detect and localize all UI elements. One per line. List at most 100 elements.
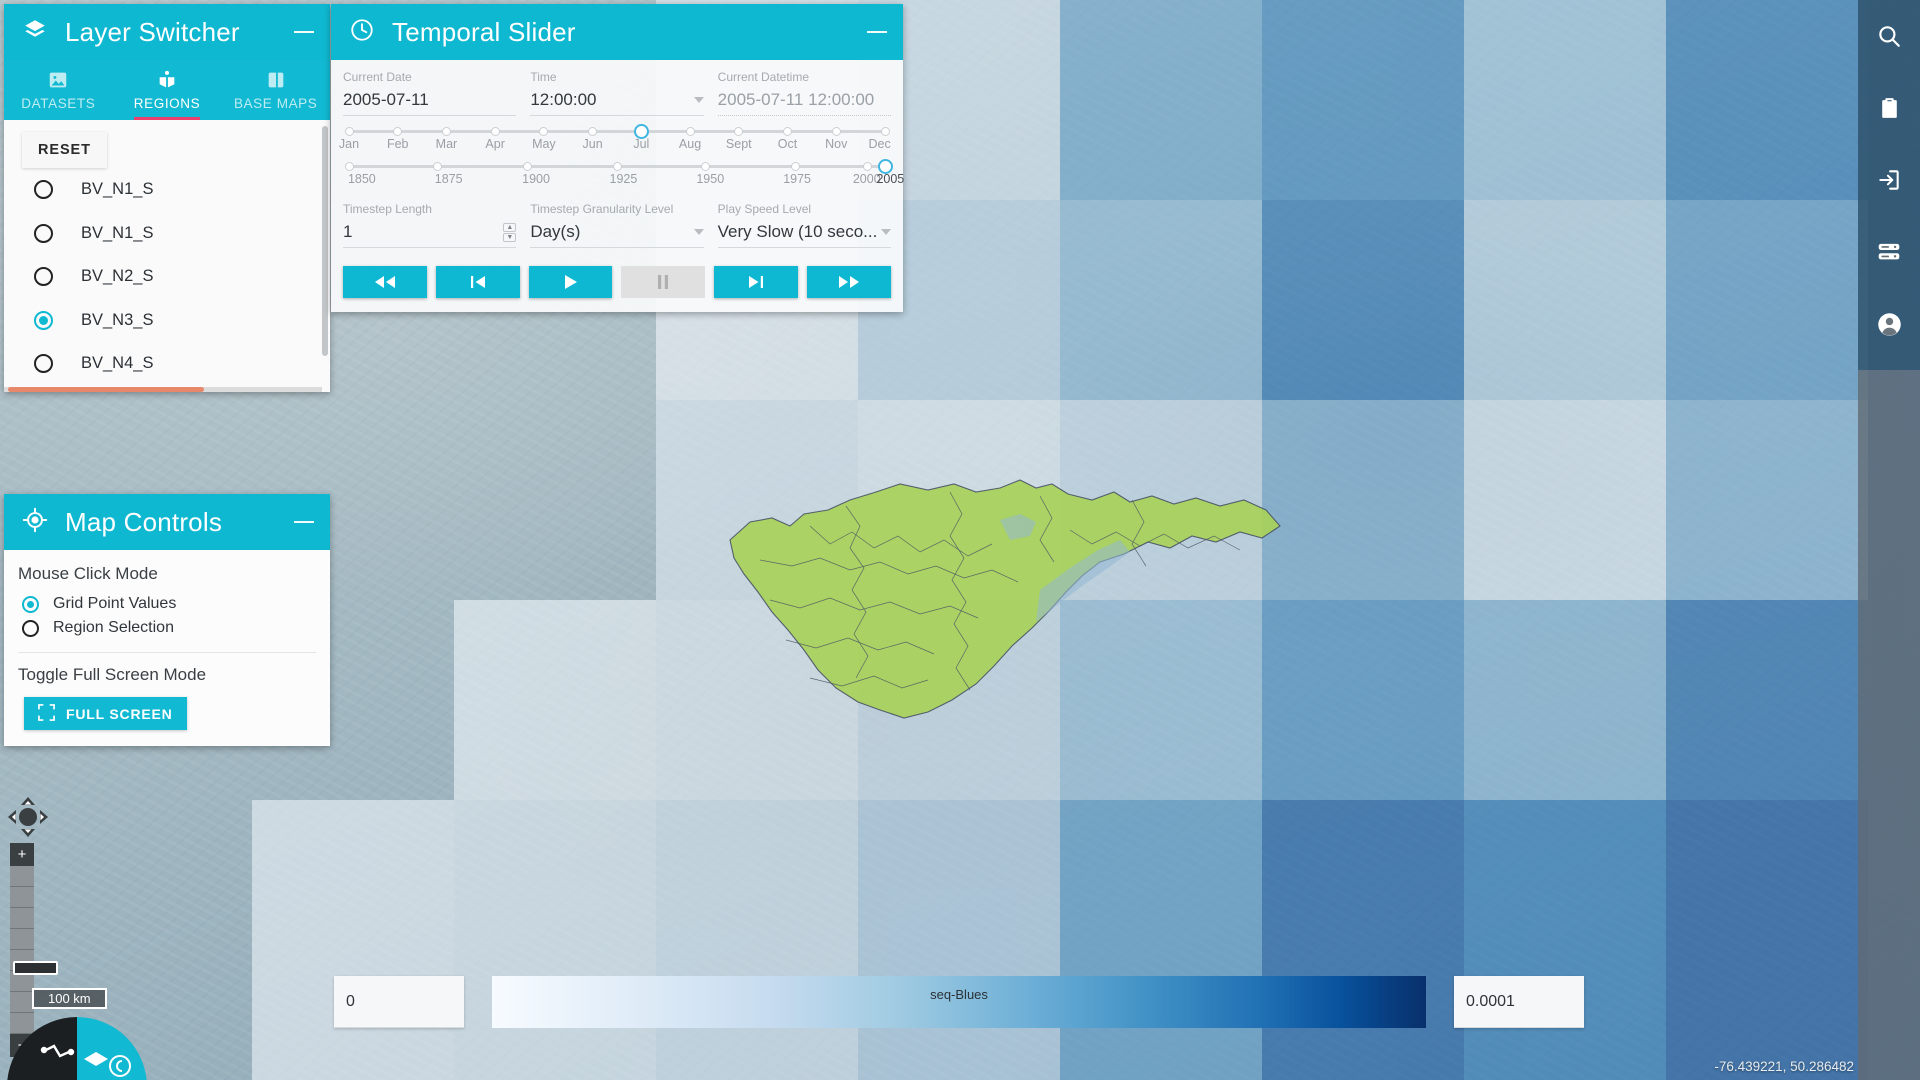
expand-icon — [38, 703, 55, 724]
mode-radio[interactable] — [22, 619, 39, 637]
layer-radio-selected[interactable] — [34, 310, 53, 330]
colorbar-title: seq-Blues — [930, 987, 988, 1002]
pan-control[interactable] — [6, 795, 50, 839]
reset-button[interactable]: RESET — [22, 132, 107, 168]
year-tick: 1900 — [522, 172, 550, 186]
time-value[interactable]: 12:00:00 — [530, 90, 704, 116]
current-date-field[interactable]: Current Date 2005-07-11 — [343, 70, 517, 116]
current-datetime-value: 2005-07-11 12:00:00 — [717, 90, 891, 116]
skip-forward-button[interactable] — [807, 266, 891, 298]
clock-icon — [349, 17, 375, 48]
year-slider-current-label: 2005 — [876, 172, 905, 186]
list-item[interactable]: BV_N2_S — [4, 255, 330, 299]
year-slider[interactable]: 1850 1875 1900 1925 1950 1975 2000 2005 — [343, 159, 904, 190]
list-item[interactable]: BV_N1_S — [4, 212, 330, 256]
map-controls-header: Map Controls — [4, 494, 330, 550]
tab-regions-label: REGIONS — [133, 96, 201, 111]
timestep-length-label: Timestep Length — [343, 202, 432, 216]
month-tick: Feb — [386, 137, 409, 151]
layer-radio[interactable] — [34, 354, 53, 374]
layer-switcher-header: Layer Switcher — [4, 4, 330, 60]
compass-wheel[interactable] — [2, 1012, 152, 1080]
colorbar-min-input[interactable]: 0 — [334, 976, 464, 1028]
zoom-slider-handle[interactable] — [13, 961, 58, 975]
map-controls-title: Map Controls — [65, 506, 223, 537]
year-tick: 1925 — [609, 172, 638, 186]
layer-list-vertical-scrollbar[interactable] — [322, 126, 328, 356]
chevron-down-icon[interactable] — [693, 97, 704, 103]
list-item[interactable]: BV_N3_S — [4, 299, 330, 343]
map-controls-panel: Map Controls Mouse Click Mode Grid Point… — [4, 494, 330, 746]
mode-region-selection[interactable]: Region Selection — [4, 616, 330, 640]
mode-grid-point-values[interactable]: Grid Point Values — [4, 592, 330, 616]
tab-datasets[interactable]: DATASETS — [4, 60, 113, 120]
layer-radio[interactable] — [34, 180, 53, 200]
chevron-down-icon[interactable] — [693, 229, 704, 235]
play-button[interactable] — [528, 266, 613, 298]
regions-book-icon — [156, 69, 178, 91]
mode-label: Grid Point Values — [53, 595, 177, 612]
pause-button[interactable] — [621, 266, 706, 298]
granularity-value[interactable]: Day(s) — [530, 222, 704, 248]
clipboard-icon[interactable] — [1867, 86, 1911, 130]
play-speed-label: Play Speed Level — [717, 202, 812, 216]
year-slider-rail[interactable] — [344, 159, 893, 174]
account-icon[interactable] — [1867, 302, 1911, 346]
granularity-field[interactable]: Timestep Granularity Level Day(s) — [530, 202, 704, 248]
temporal-slider-panel: Temporal Slider Current Date 2005-07-11 … — [331, 4, 904, 312]
layer-radio[interactable] — [34, 223, 53, 243]
time-field[interactable]: Time 12:00:00 — [530, 70, 704, 116]
layer-switcher-tabs: DATASETS REGIONS BASE MAPS — [4, 60, 330, 120]
current-date-value[interactable]: 2005-07-11 — [343, 90, 517, 116]
month-tick: Oct — [777, 137, 798, 151]
month-tick: Jun — [582, 137, 603, 151]
zoom-in-button[interactable]: + — [10, 843, 34, 866]
layer-switcher-title: Layer Switcher — [65, 16, 240, 47]
list-item[interactable]: BV_N4_S — [4, 342, 330, 386]
month-tick: Aug — [678, 137, 702, 151]
map-controls-body: Mouse Click Mode Grid Point Values Regio… — [4, 550, 330, 746]
tab-regions[interactable]: REGIONS — [113, 60, 222, 120]
month-slider[interactable]: Jan Feb Mar Apr May Jun Jul Aug Sept Oct… — [339, 124, 891, 155]
month-slider-rail[interactable] — [344, 124, 890, 139]
granularity-text: Day(s) — [530, 222, 581, 241]
timestep-length-text: 1 — [343, 222, 353, 241]
mode-radio-selected[interactable] — [22, 595, 39, 613]
login-icon[interactable] — [1867, 158, 1911, 202]
layer-label: BV_N3_S — [81, 310, 154, 329]
quantity-stepper[interactable]: ▲ ▼ — [503, 222, 517, 242]
month-tick: Sept — [725, 137, 752, 151]
layers-icon — [22, 17, 48, 48]
server-icon[interactable] — [1867, 230, 1911, 274]
month-tick: May — [532, 137, 556, 151]
colorbar-row: 0 seq-Blues 0.0001 — [334, 976, 1584, 1028]
colorbar-max-input[interactable]: 0.0001 — [1454, 976, 1584, 1028]
layer-radio[interactable] — [34, 267, 53, 287]
layer-list-horizontal-scrollbar[interactable] — [8, 387, 204, 392]
zoom-track[interactable] — [10, 866, 34, 1034]
step-backward-button[interactable] — [435, 266, 520, 298]
skip-backward-button[interactable] — [343, 266, 427, 298]
search-icon[interactable] — [1867, 14, 1911, 58]
selected-region-polygons[interactable] — [700, 470, 1300, 740]
layer-switcher-minimize-button[interactable] — [292, 20, 316, 44]
current-datetime-field: Current Datetime 2005-07-11 12:00:00 — [717, 70, 891, 116]
layer-list[interactable]: RESET BV_N1_S BV_N1_S BV_N2_S BV_N3_S BV… — [4, 120, 330, 392]
cursor-coordinates: -76.439221, 50.286482 — [1714, 1059, 1854, 1074]
full-screen-button[interactable]: FULL SCREEN — [24, 697, 187, 730]
timestep-length-value[interactable]: 1 ▲ ▼ — [343, 222, 517, 248]
step-forward-button[interactable] — [714, 266, 799, 298]
play-speed-text: Very Slow (10 seco... — [717, 222, 878, 241]
tab-base-maps[interactable]: BASE MAPS — [221, 60, 330, 120]
map-controls-minimize-button[interactable] — [292, 510, 316, 534]
timestep-length-field[interactable]: Timestep Length 1 ▲ ▼ — [343, 202, 517, 248]
divider — [18, 652, 316, 653]
play-speed-field[interactable]: Play Speed Level Very Slow (10 seco... — [717, 202, 891, 248]
temporal-slider-minimize-button[interactable] — [865, 20, 889, 44]
chevron-down-icon[interactable] — [880, 229, 891, 235]
datetime-fields-row: Current Date 2005-07-11 Time 12:00:00 Cu… — [343, 70, 891, 116]
play-speed-value[interactable]: Very Slow (10 seco... — [717, 222, 891, 248]
list-item[interactable]: BV_N1_S — [4, 168, 330, 212]
colorbar-gradient[interactable]: seq-Blues — [492, 976, 1426, 1028]
scale-bar: 100 km — [32, 988, 107, 1009]
